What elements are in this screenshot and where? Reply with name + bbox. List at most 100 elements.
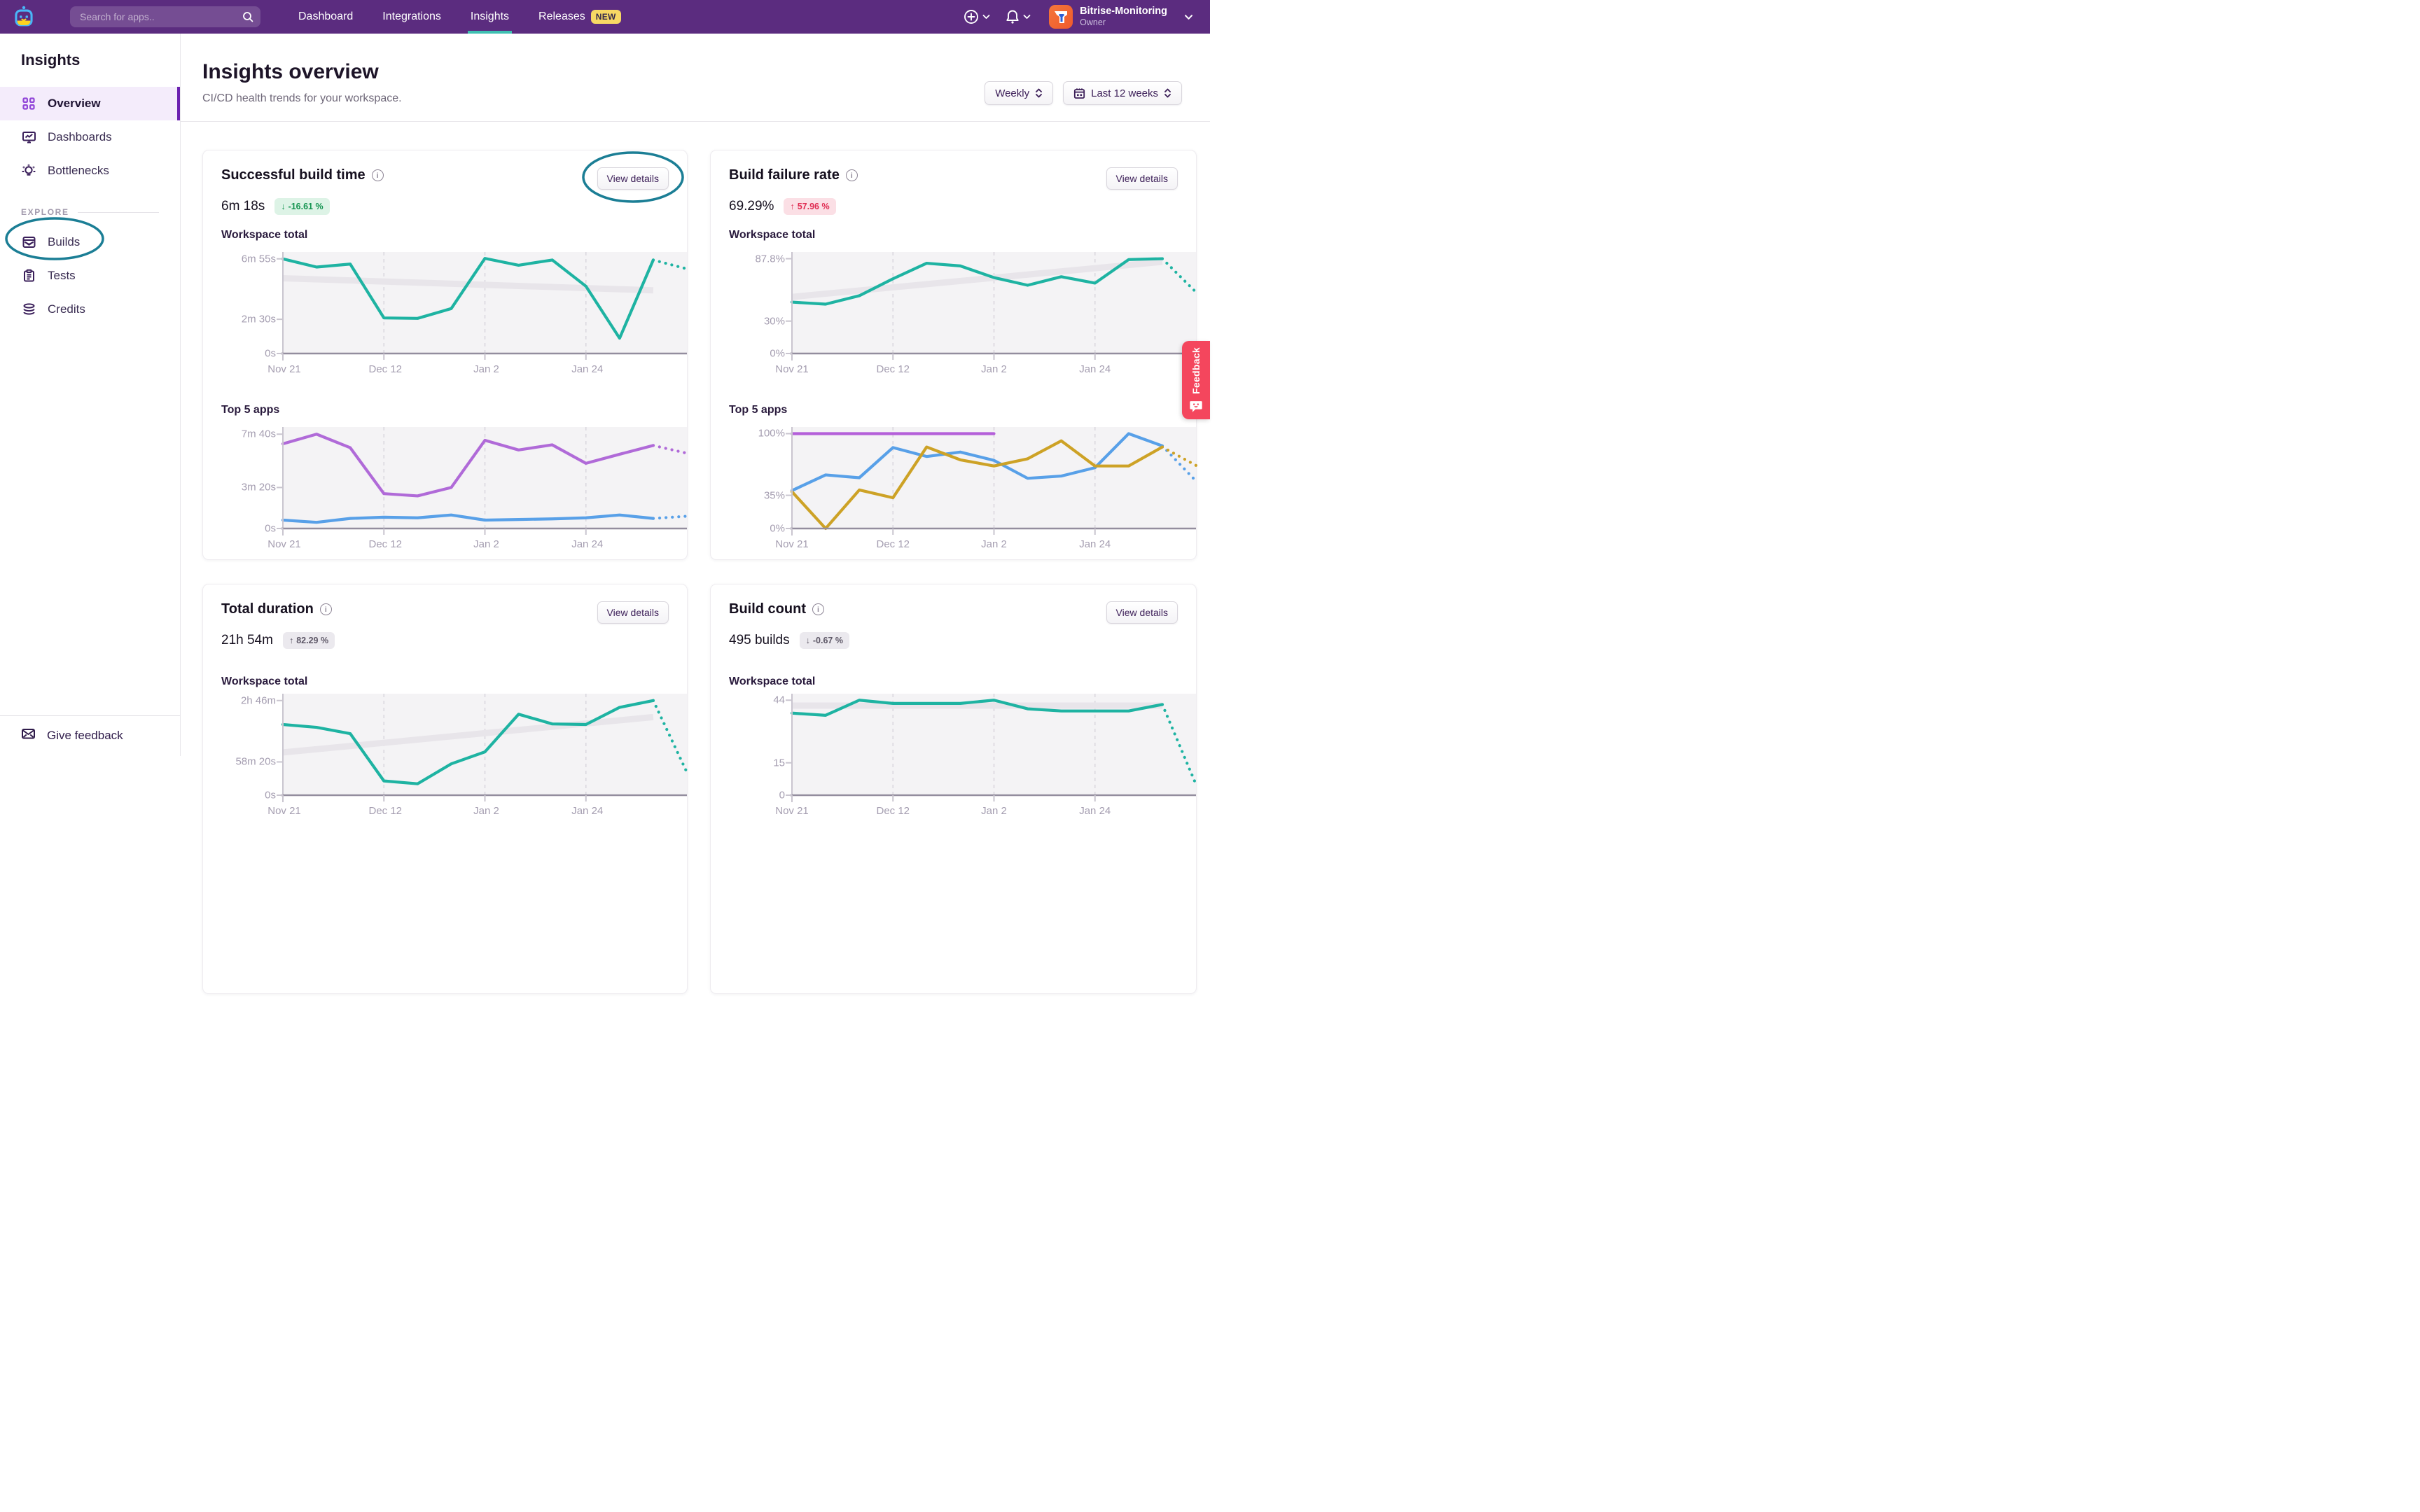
page-title: Insights overview	[202, 60, 1210, 84]
add-circle-icon	[964, 9, 979, 24]
x-axis-tick-label: Jan 2	[968, 805, 1021, 817]
section-label: Workspace total	[729, 229, 1196, 241]
card-title: Build failure ratei	[729, 167, 858, 183]
main-nav: Dashboard Integrations Insights Releases…	[298, 0, 651, 34]
arrow-up-icon: ↑	[790, 202, 794, 211]
sidebar-item-tests[interactable]: Tests	[0, 259, 180, 293]
x-axis-tick-label: Nov 21	[258, 363, 311, 375]
give-feedback-button[interactable]: Give feedback	[0, 715, 180, 756]
card-total-duration: Total durationi View details 21h 54m ↑82…	[202, 584, 688, 994]
interval-select[interactable]: Weekly	[985, 81, 1053, 105]
chart-bfr-top5[interactable]	[792, 427, 1196, 528]
chart-bfr-workspace[interactable]	[792, 252, 1196, 354]
calendar-icon	[1073, 88, 1085, 99]
sidebar-item-overview[interactable]: Overview	[0, 87, 180, 120]
add-menu-button[interactable]	[964, 9, 990, 24]
nav-tab-releases[interactable]: Releases NEW	[538, 0, 621, 34]
card-successful-build-time: Successful build timei View details 6m 1…	[202, 150, 688, 560]
nav-tab-insights[interactable]: Insights	[471, 0, 509, 34]
explore-section-header: EXPLORE	[21, 207, 159, 217]
x-axis-tick-label: Jan 24	[1069, 538, 1122, 550]
sidebar-item-label: Overview	[48, 97, 101, 111]
y-axis-labels: 44150	[711, 694, 792, 795]
view-details-button[interactable]: View details	[597, 601, 669, 624]
sidebar-item-builds[interactable]: Builds	[0, 225, 180, 259]
notifications-button[interactable]	[1006, 9, 1031, 24]
chart-sbt-workspace[interactable]	[283, 252, 687, 354]
bitrise-logo[interactable]	[10, 5, 38, 29]
delta-badge: ↓-16.61 %	[274, 198, 329, 215]
y-axis-tick-label: 0s	[265, 348, 276, 360]
sidebar-item-dashboards[interactable]: Dashboards	[0, 120, 180, 154]
sidebar-item-label: Builds	[48, 235, 80, 249]
chevron-down-icon	[1184, 14, 1193, 20]
y-axis-tick-label: 87.8%	[755, 253, 785, 265]
x-axis-tick-label: Dec 12	[359, 363, 412, 375]
delta-badge: ↑57.96 %	[784, 198, 835, 215]
dashboard-monitor-icon	[21, 130, 36, 144]
chart-dur-workspace[interactable]	[283, 694, 687, 795]
search-icon	[242, 11, 253, 22]
delta-badge: ↓-0.67 %	[800, 632, 849, 649]
tests-clipboard-icon	[21, 269, 36, 283]
nav-tab-integrations[interactable]: Integrations	[382, 0, 441, 34]
y-axis-tick-label: 2m 30s	[242, 314, 276, 326]
y-axis-tick-label: 100%	[758, 428, 785, 440]
card-title: Successful build timei	[221, 167, 384, 183]
sidebar-item-credits[interactable]: Credits	[0, 293, 180, 326]
x-axis-tick-label: Dec 12	[866, 363, 919, 375]
x-axis-labels: Nov 21Dec 12Jan 2Jan 24	[203, 534, 687, 555]
x-axis-tick-label: Jan 24	[561, 538, 614, 550]
delta-badge: ↑82.29 %	[283, 632, 335, 649]
y-axis-tick-label: 0s	[265, 523, 276, 535]
y-axis-tick-label: 2h 46m	[241, 694, 276, 706]
info-icon[interactable]: i	[320, 603, 332, 615]
x-axis-tick-label: Dec 12	[359, 805, 412, 817]
x-axis-tick-label: Jan 24	[561, 805, 614, 817]
y-axis-tick-label: 0%	[770, 348, 785, 360]
chart-sbt-top5[interactable]	[283, 427, 687, 528]
x-axis-tick-label: Jan 2	[460, 538, 513, 550]
app-search	[70, 6, 260, 27]
top-navigation-bar: Dashboard Integrations Insights Releases…	[0, 0, 1210, 34]
x-axis-tick-label: Dec 12	[866, 805, 919, 817]
x-axis-tick-label: Jan 24	[1069, 805, 1122, 817]
section-label: Workspace total	[221, 229, 687, 241]
view-details-button[interactable]: View details	[597, 167, 669, 190]
y-axis-labels: 2h 46m58m 20s0s	[203, 694, 283, 795]
workspace-name: Bitrise-Monitoring	[1080, 6, 1167, 18]
search-input[interactable]	[70, 11, 242, 22]
updown-chevron-icon	[1035, 88, 1043, 99]
sidebar-item-label: Credits	[48, 302, 85, 316]
view-details-button[interactable]: View details	[1106, 167, 1178, 190]
sidebar-title: Insights	[21, 51, 180, 69]
workspace-avatar	[1049, 5, 1073, 29]
info-icon[interactable]: i	[372, 169, 384, 181]
nav-tab-dashboard[interactable]: Dashboard	[298, 0, 353, 34]
sidebar-item-bottlenecks[interactable]: Bottlenecks	[0, 154, 180, 188]
info-icon[interactable]: i	[812, 603, 824, 615]
x-axis-labels: Nov 21Dec 12Jan 2Jan 24	[711, 359, 1196, 380]
card-build-count: Build counti View details 495 builds ↓-0…	[710, 584, 1197, 994]
x-axis-tick-label: Jan 2	[460, 363, 513, 375]
bitrise-bot-icon	[12, 5, 36, 29]
feedback-tab[interactable]: Feedback	[1182, 341, 1210, 419]
info-icon[interactable]: i	[846, 169, 858, 181]
x-axis-tick-label: Jan 2	[968, 538, 1021, 550]
card-build-failure-rate: Build failure ratei View details 69.29% …	[710, 150, 1197, 560]
sidebar-item-label: Bottlenecks	[48, 164, 109, 178]
lightbulb-icon	[21, 164, 36, 178]
card-title: Total durationi	[221, 601, 332, 617]
grid-icon	[21, 97, 36, 111]
chart-cnt-workspace[interactable]	[792, 694, 1196, 795]
view-details-button[interactable]: View details	[1106, 601, 1178, 624]
date-range-select[interactable]: Last 12 weeks	[1063, 81, 1182, 105]
y-axis-tick-label: 44	[773, 694, 785, 706]
x-axis-tick-label: Jan 2	[460, 805, 513, 817]
x-axis-tick-label: Nov 21	[765, 363, 819, 375]
x-axis-labels: Nov 21Dec 12Jan 2Jan 24	[711, 534, 1196, 555]
new-badge: NEW	[591, 10, 621, 24]
y-axis-tick-label: 3m 20s	[242, 482, 276, 493]
topbar-right: Bitrise-Monitoring Owner	[948, 5, 1210, 29]
workspace-switcher[interactable]: Bitrise-Monitoring Owner	[1049, 5, 1193, 29]
